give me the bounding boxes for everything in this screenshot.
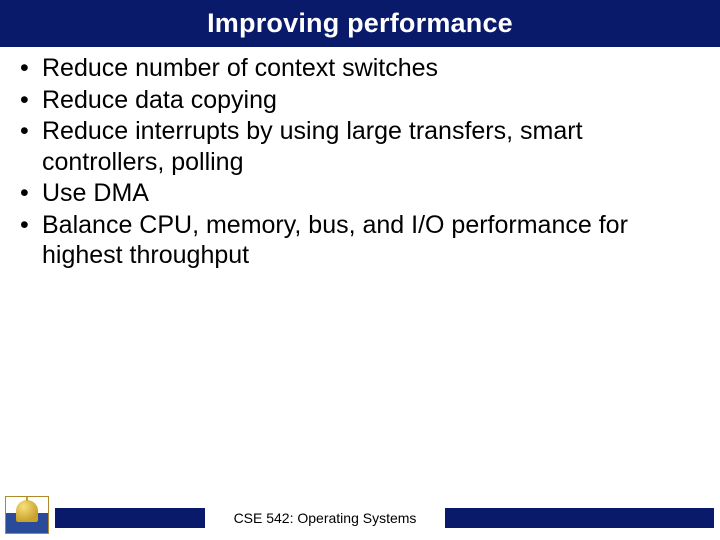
list-item: Reduce data copying — [14, 85, 706, 116]
slide-title: Improving performance — [0, 8, 720, 39]
list-item: Balance CPU, memory, bus, and I/O perfor… — [14, 210, 706, 271]
slide-content: Reduce number of context switches Reduce… — [0, 47, 720, 271]
footer-bars: CSE 542: Operating Systems — [55, 508, 714, 528]
footer-course-label: CSE 542: Operating Systems — [205, 508, 445, 528]
list-item: Reduce interrupts by using large transfe… — [14, 116, 706, 177]
list-item: Reduce number of context switches — [14, 53, 706, 84]
title-bar: Improving performance — [0, 0, 720, 47]
bullet-list: Reduce number of context switches Reduce… — [14, 53, 706, 271]
dome-icon — [5, 496, 49, 534]
dome-shape — [16, 500, 38, 522]
slide-footer: CSE 542: Operating Systems — [0, 506, 720, 534]
footer-bar-right — [445, 508, 714, 528]
list-item: Use DMA — [14, 178, 706, 209]
slide: Improving performance Reduce number of c… — [0, 0, 720, 540]
footer-bar-left — [55, 508, 205, 528]
